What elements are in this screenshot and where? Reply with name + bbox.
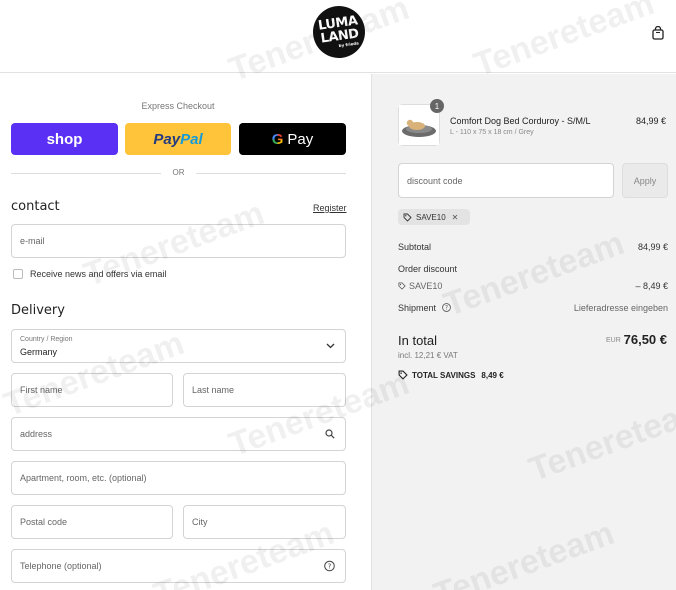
google-pay-label: Pay bbox=[287, 130, 314, 148]
city-field[interactable]: City bbox=[183, 505, 346, 539]
subtotal-row: Subtotal 84,99 € bbox=[398, 242, 668, 252]
tag-icon bbox=[398, 282, 406, 290]
telephone-placeholder: Telephone (optional) bbox=[20, 561, 102, 571]
discount-placeholder: discount code bbox=[407, 176, 463, 186]
discount-code-row: SAVE10 – 8,49 € bbox=[398, 281, 668, 291]
discount-code-label: SAVE10 bbox=[409, 281, 443, 291]
order-summary: 1 Comfort Dog Bed Corduroy - S/M/L L - 1… bbox=[371, 74, 676, 590]
total-label: In total bbox=[398, 333, 438, 348]
discount-code-input[interactable]: discount code bbox=[398, 163, 614, 198]
or-label: OR bbox=[172, 168, 185, 177]
store-logo[interactable]: LUMA LAND by frieda bbox=[309, 2, 369, 62]
total-savings: TOTAL SAVINGS 8,49 € bbox=[398, 370, 504, 380]
shipping-row: Shipment ? Lieferadresse eingeben bbox=[398, 303, 668, 313]
order-discount-label: Order discount bbox=[398, 264, 458, 274]
product-name: Comfort Dog Bed Corduroy - S/M/L bbox=[450, 116, 591, 126]
order-discount-row: Order discount bbox=[398, 264, 668, 274]
newsletter-label: Receive news and offers via email bbox=[30, 269, 167, 279]
total-currency: EUR bbox=[606, 337, 621, 344]
chevron-down-icon bbox=[326, 343, 335, 349]
header: LUMA LAND by frieda bbox=[0, 0, 676, 73]
last-name-field[interactable]: Last name bbox=[183, 373, 346, 407]
shipping-value: Lieferadresse eingeben bbox=[573, 303, 668, 313]
product-price: 84,99 € bbox=[635, 116, 666, 126]
total-value: 76,50 € bbox=[623, 332, 667, 347]
newsletter-checkbox[interactable] bbox=[13, 269, 23, 279]
subtotal-label: Subtotal bbox=[398, 242, 432, 252]
shopping-bag-icon[interactable] bbox=[651, 26, 665, 40]
country-label: Country / Region bbox=[20, 336, 73, 343]
applied-code-label: SAVE10 bbox=[416, 212, 446, 222]
logo-sub: by frieda bbox=[338, 39, 359, 48]
delivery-title: Delivery bbox=[11, 303, 65, 318]
last-name-placeholder: Last name bbox=[192, 385, 235, 395]
tag-icon bbox=[398, 370, 408, 380]
address-placeholder: address bbox=[20, 429, 53, 439]
svg-text:?: ? bbox=[328, 563, 332, 571]
product-variant: L - 110 x 75 x 18 cm / Grey bbox=[450, 129, 534, 136]
address-field[interactable]: address bbox=[11, 417, 346, 451]
apply-label: Apply bbox=[633, 175, 657, 186]
country-select[interactable]: Country / Region Germany bbox=[11, 329, 346, 363]
email-field[interactable]: e-mail bbox=[11, 224, 346, 258]
svg-text:?: ? bbox=[445, 306, 448, 312]
country-value: Germany bbox=[20, 347, 58, 357]
paypal-label-part1: Pay bbox=[153, 130, 181, 148]
checkout-form: Express Checkout shop Pay Pal G Pay OR co… bbox=[0, 74, 371, 590]
applied-code-chip: SAVE10 ✕ bbox=[398, 209, 470, 225]
remove-code-icon[interactable]: ✕ bbox=[452, 213, 459, 222]
shop-pay-button[interactable]: shop bbox=[11, 123, 118, 155]
help-icon[interactable]: ? bbox=[441, 303, 451, 312]
first-name-placeholder: First name bbox=[20, 385, 63, 395]
city-placeholder: City bbox=[192, 517, 208, 527]
discount-value: – 8,49 € bbox=[635, 281, 668, 291]
shop-pay-label: shop bbox=[46, 130, 83, 148]
savings-value: 8,49 € bbox=[481, 370, 504, 380]
shipping-label: Shipment bbox=[398, 303, 437, 313]
telephone-field[interactable]: Telephone (optional) ? bbox=[11, 549, 346, 583]
google-pay-button[interactable]: G Pay bbox=[239, 123, 346, 155]
paypal-button[interactable]: Pay Pal bbox=[125, 123, 231, 155]
apartment-field[interactable]: Apartment, room, etc. (optional) bbox=[11, 461, 346, 495]
tag-icon bbox=[403, 213, 412, 222]
paypal-label-part2: Pal bbox=[180, 130, 203, 148]
search-icon bbox=[325, 429, 335, 439]
google-g-icon: G bbox=[271, 130, 284, 148]
postal-code-field[interactable]: Postal code bbox=[11, 505, 173, 539]
savings-label: TOTAL SAVINGS bbox=[412, 370, 476, 380]
register-link[interactable]: Register bbox=[313, 203, 347, 213]
apartment-placeholder: Apartment, room, etc. (optional) bbox=[20, 473, 147, 483]
subtotal-value: 84,99 € bbox=[637, 242, 668, 252]
or-divider: OR bbox=[11, 167, 346, 179]
contact-title: contact bbox=[11, 199, 60, 214]
first-name-field[interactable]: First name bbox=[11, 373, 173, 407]
express-checkout-label: Express Checkout bbox=[141, 101, 215, 111]
vat-note: incl. 12,21 € VAT bbox=[398, 351, 458, 360]
help-icon[interactable]: ? bbox=[324, 560, 335, 572]
postal-code-placeholder: Postal code bbox=[20, 517, 68, 527]
apply-button[interactable]: Apply bbox=[622, 163, 668, 198]
email-placeholder: e-mail bbox=[20, 236, 45, 246]
quantity-badge: 1 bbox=[430, 99, 444, 113]
